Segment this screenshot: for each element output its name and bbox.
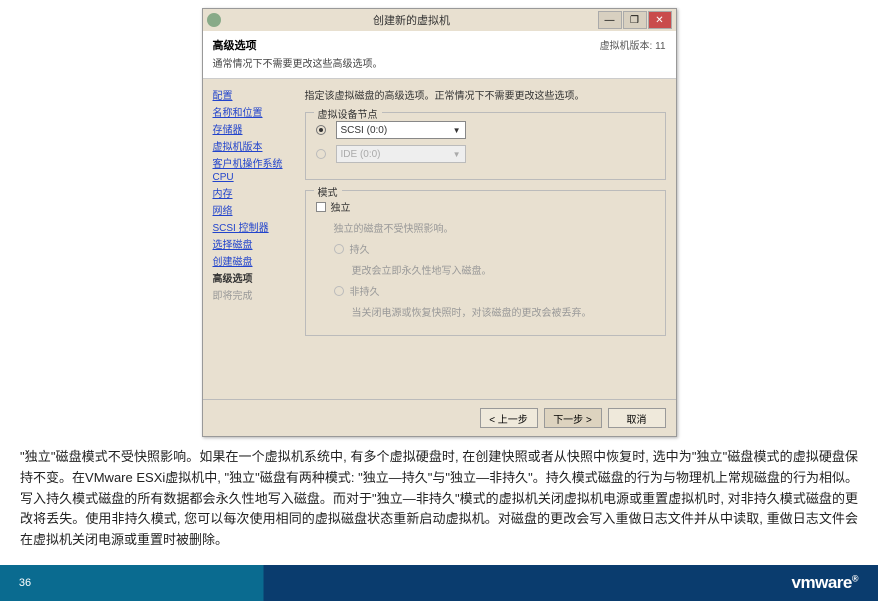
page-number: 36 xyxy=(0,565,50,601)
combo-scsi-label: SCSI (0:0) xyxy=(341,125,388,136)
persistent-desc: 更改会立即永久性地写入磁盘。 xyxy=(352,262,655,277)
dialog-window: 创建新的虚拟机 — ❐ ✕ 高级选项 通常情况下不需要更改这些高级选项。 虚拟机… xyxy=(202,8,677,437)
radio-scsi[interactable] xyxy=(316,125,326,135)
chevron-down-icon: ▼ xyxy=(453,150,461,159)
sidebar-item-createdisk[interactable]: 创建磁盘 xyxy=(213,253,299,268)
group-mode-title: 模式 xyxy=(314,184,342,199)
vmware-logo: vmware® xyxy=(792,573,858,593)
dialog-content: 指定该虚拟磁盘的高级选项。正常情况下不需要更改这些选项。 虚拟设备节点 SCSI… xyxy=(299,87,666,393)
dialog-header: 高级选项 通常情况下不需要更改这些高级选项。 虚拟机版本: 11 xyxy=(203,31,676,79)
group-device-title: 虚拟设备节点 xyxy=(314,106,382,121)
app-icon xyxy=(207,13,221,27)
back-button[interactable]: < 上一步 xyxy=(480,408,538,428)
maximize-button[interactable]: ❐ xyxy=(623,11,647,29)
minimize-button[interactable]: — xyxy=(598,11,622,29)
radio-persistent xyxy=(334,244,344,254)
cancel-button[interactable]: 取消 xyxy=(608,408,666,428)
close-button[interactable]: ✕ xyxy=(648,11,672,29)
dialog-footer: < 上一步 下一步 > 取消 xyxy=(203,399,676,436)
title-bar: 创建新的虚拟机 — ❐ ✕ xyxy=(203,9,676,31)
combo-ide: IDE (0:0) ▼ xyxy=(336,145,466,163)
sidebar-item-guestos[interactable]: 客户机操作系统 xyxy=(213,155,299,170)
next-button[interactable]: 下一步 > xyxy=(544,408,602,428)
sidebar-item-vmver[interactable]: 虚拟机版本 xyxy=(213,138,299,153)
group-device-node: 虚拟设备节点 SCSI (0:0) ▼ IDE (0:0) xyxy=(305,112,666,180)
dialog-title: 创建新的虚拟机 xyxy=(227,12,597,28)
mode-desc: 独立的磁盘不受快照影响。 xyxy=(334,220,655,235)
checkbox-independent[interactable] xyxy=(316,202,326,212)
explanation-paragraph: "独立"磁盘模式不受快照影响。如果在一个虚拟机系统中, 有多个虚拟硬盘时, 在创… xyxy=(0,437,878,551)
sidebar-item-network[interactable]: 网络 xyxy=(213,202,299,217)
header-subtitle: 通常情况下不需要更改这些高级选项。 xyxy=(213,55,600,70)
sidebar-item-name[interactable]: 名称和位置 xyxy=(213,104,299,119)
content-intro: 指定该虚拟磁盘的高级选项。正常情况下不需要更改这些选项。 xyxy=(305,87,666,102)
wizard-sidebar: 配置 名称和位置 存储器 虚拟机版本 客户机操作系统 CPU 内存 网络 SCS… xyxy=(213,87,299,393)
combo-ide-label: IDE (0:0) xyxy=(341,149,381,160)
header-title: 高级选项 xyxy=(213,37,600,53)
radio-nonpersistent xyxy=(334,286,344,296)
sidebar-item-selectdisk[interactable]: 选择磁盘 xyxy=(213,236,299,251)
radio-nonpersistent-label: 非持久 xyxy=(350,283,380,298)
slide-footer: 36 vmware® xyxy=(0,565,878,601)
sidebar-item-ready: 即将完成 xyxy=(213,287,299,302)
checkbox-independent-label: 独立 xyxy=(331,199,351,214)
group-mode: 模式 独立 独立的磁盘不受快照影响。 持久 更改会立即永久性地写入磁盘。 xyxy=(305,190,666,336)
sidebar-item-cpu[interactable]: CPU xyxy=(213,172,299,183)
radio-ide[interactable] xyxy=(316,149,326,159)
sidebar-item-storage[interactable]: 存储器 xyxy=(213,121,299,136)
sidebar-item-memory[interactable]: 内存 xyxy=(213,185,299,200)
nonpersistent-desc: 当关闭电源或恢复快照时，对该磁盘的更改会被丢弃。 xyxy=(352,304,655,319)
sidebar-item-scsi[interactable]: SCSI 控制器 xyxy=(213,219,299,234)
radio-persistent-label: 持久 xyxy=(350,241,370,256)
sidebar-item-config[interactable]: 配置 xyxy=(213,87,299,102)
vm-version-label: 虚拟机版本: 11 xyxy=(600,37,666,52)
sidebar-item-advanced[interactable]: 高级选项 xyxy=(213,270,299,285)
chevron-down-icon: ▼ xyxy=(453,126,461,135)
combo-scsi[interactable]: SCSI (0:0) ▼ xyxy=(336,121,466,139)
